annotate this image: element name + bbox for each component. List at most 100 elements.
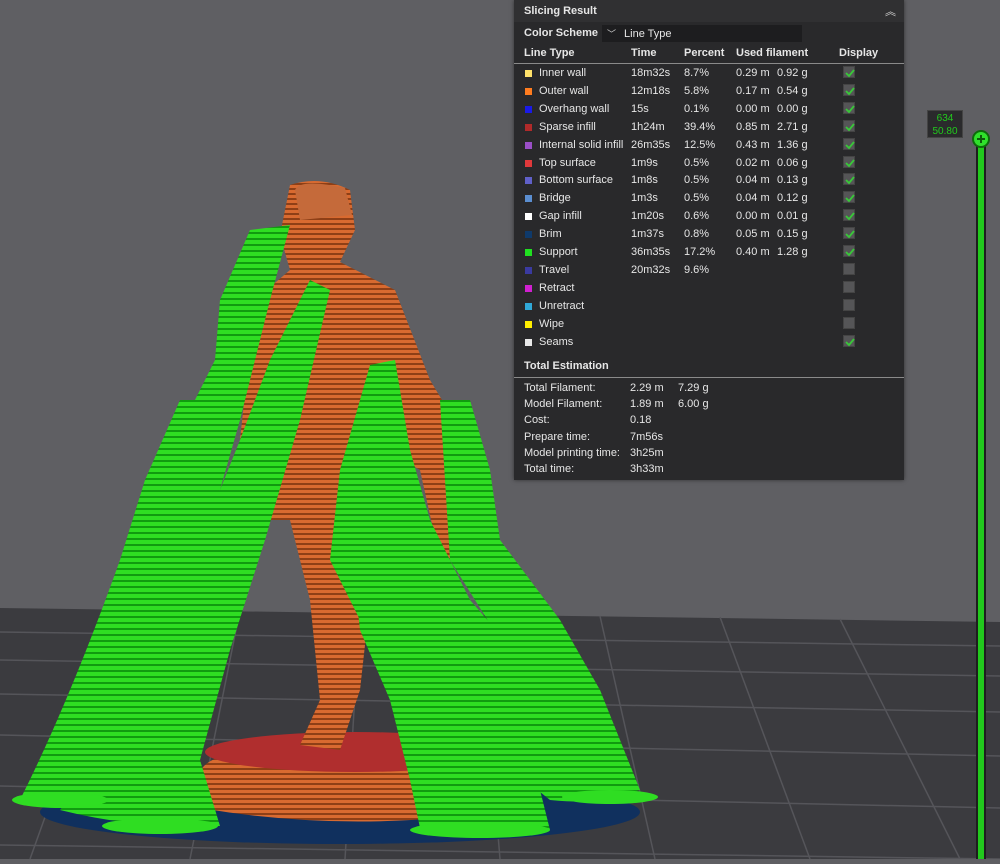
total-value: 7m56s bbox=[630, 430, 664, 443]
total-row: Total time: 3h33m bbox=[514, 461, 904, 477]
total-divider bbox=[514, 377, 904, 378]
color-swatch bbox=[525, 123, 532, 131]
line-type-meters: 0.00 m bbox=[736, 210, 770, 223]
total-value: 3h25m bbox=[630, 446, 664, 459]
line-type-meters: 0.00 m bbox=[736, 102, 770, 115]
line-type-grams: 0.13 g bbox=[777, 174, 808, 187]
line-type-name: Gap infill bbox=[539, 210, 582, 223]
checkmark-icon bbox=[845, 69, 855, 78]
display-checkbox[interactable] bbox=[843, 227, 855, 240]
line-type-percent: 0.5% bbox=[684, 192, 710, 205]
color-swatch bbox=[525, 87, 532, 95]
layer-slider-handle[interactable] bbox=[972, 130, 990, 148]
header-used-filament: Used filament bbox=[736, 47, 809, 59]
color-scheme-dropdown[interactable]: ﹀ Line Type bbox=[602, 25, 802, 42]
checkmark-icon bbox=[845, 194, 855, 203]
slicing-result-panel: Slicing Result ︽ Color Scheme ﹀ Line Typ… bbox=[514, 0, 904, 480]
display-checkbox[interactable] bbox=[843, 298, 855, 311]
line-type-time: 20m32s bbox=[631, 263, 671, 276]
color-swatch bbox=[525, 284, 532, 292]
total-value: 2.29 m bbox=[630, 382, 664, 394]
total-value-2: 7.29 g bbox=[678, 382, 709, 394]
line-type-name: Sparse infill bbox=[539, 120, 596, 133]
header-divider bbox=[514, 63, 904, 64]
total-value: 3h33m bbox=[630, 463, 664, 475]
collapse-icon[interactable]: ︽ bbox=[885, 3, 896, 19]
line-type-time: 1h24m bbox=[631, 120, 665, 133]
header-percent: Percent bbox=[684, 47, 725, 59]
line-type-row: Bridge 1m3s 0.5% 0.04 m 0.12 g bbox=[514, 190, 904, 208]
layer-slider-label: 634 50.80 bbox=[927, 110, 963, 138]
line-type-row: Internal solid infill 26m35s 12.5% 0.43 m 1.… bbox=[514, 137, 904, 155]
color-swatch bbox=[525, 141, 532, 149]
total-value-2: 6.00 g bbox=[678, 398, 709, 411]
display-checkbox[interactable] bbox=[843, 262, 855, 275]
line-type-name: Top surface bbox=[539, 156, 596, 169]
color-scheme-row: Color Scheme ﹀ Line Type bbox=[514, 22, 904, 44]
line-type-row: Top surface 1m9s 0.5% 0.02 m 0.06 g bbox=[514, 155, 904, 173]
color-swatch bbox=[525, 338, 532, 346]
display-checkbox[interactable] bbox=[843, 101, 855, 114]
display-checkbox[interactable] bbox=[843, 209, 855, 222]
line-type-row: Sparse infill 1h24m 39.4% 0.85 m 2.71 g bbox=[514, 119, 904, 137]
display-checkbox[interactable] bbox=[843, 245, 855, 257]
display-checkbox[interactable] bbox=[843, 316, 855, 329]
line-type-row: Outer wall 12m18s 5.8% 0.17 m 0.54 g bbox=[514, 83, 904, 101]
line-type-grams: 0.54 g bbox=[777, 84, 808, 97]
total-value: 1.89 m bbox=[630, 398, 664, 411]
line-type-grams: 0.00 g bbox=[777, 102, 808, 115]
total-row: Prepare time: 7m56s bbox=[514, 429, 904, 445]
display-checkbox[interactable] bbox=[843, 334, 855, 347]
line-type-meters: 0.02 m bbox=[736, 156, 770, 169]
display-checkbox[interactable] bbox=[843, 280, 855, 293]
display-checkbox[interactable] bbox=[843, 119, 855, 132]
line-type-name: Seams bbox=[539, 335, 574, 348]
checkmark-icon bbox=[845, 123, 855, 132]
color-swatch bbox=[525, 213, 532, 221]
line-type-grams: 0.06 g bbox=[777, 156, 808, 169]
total-value: 0.18 bbox=[630, 414, 652, 427]
line-type-grams: 0.92 g bbox=[777, 67, 808, 79]
checkmark-icon bbox=[845, 212, 855, 221]
line-type-row: Unretract bbox=[514, 298, 904, 316]
line-type-percent: 0.5% bbox=[684, 156, 710, 169]
display-checkbox[interactable] bbox=[843, 155, 855, 168]
display-checkbox[interactable] bbox=[843, 137, 855, 150]
display-checkbox[interactable] bbox=[843, 66, 855, 78]
line-type-time: 1m37s bbox=[631, 228, 665, 241]
display-checkbox[interactable] bbox=[843, 191, 855, 204]
display-checkbox[interactable] bbox=[843, 83, 855, 96]
line-type-percent: 0.5% bbox=[684, 174, 710, 187]
line-type-name: Bridge bbox=[539, 192, 571, 205]
color-swatch bbox=[525, 266, 532, 274]
line-type-name: Wipe bbox=[539, 317, 565, 330]
total-row: Cost: 0.18 bbox=[514, 412, 904, 428]
line-type-percent: 0.6% bbox=[684, 210, 710, 223]
display-checkbox[interactable] bbox=[843, 173, 855, 186]
line-type-grams: 1.28 g bbox=[777, 246, 808, 258]
line-type-time: 15s bbox=[631, 102, 649, 115]
color-swatch bbox=[525, 249, 532, 256]
line-type-name: Brim bbox=[539, 228, 562, 241]
line-type-row: Seams bbox=[514, 334, 904, 352]
color-scheme-label: Color Scheme bbox=[524, 27, 598, 39]
checkmark-icon bbox=[845, 87, 855, 96]
chevron-down-icon: ﹀ bbox=[607, 29, 617, 39]
line-type-grams: 1.36 g bbox=[777, 138, 808, 151]
total-estimation-title: Total Estimation bbox=[524, 360, 609, 372]
header-line-type: Line Type bbox=[524, 47, 575, 59]
color-swatch bbox=[525, 177, 532, 185]
line-type-percent: 12.5% bbox=[684, 138, 716, 151]
checkmark-icon bbox=[845, 248, 855, 257]
line-type-time: 12m18s bbox=[631, 84, 671, 97]
line-type-time: 1m8s bbox=[631, 174, 658, 187]
panel-title: Slicing Result bbox=[524, 5, 597, 17]
line-type-time: 1m9s bbox=[631, 156, 658, 169]
checkmark-icon bbox=[845, 158, 855, 167]
color-swatch bbox=[525, 320, 532, 328]
line-type-time: 18m32s bbox=[631, 67, 671, 79]
header-display: Display bbox=[839, 47, 879, 59]
line-type-name: Retract bbox=[539, 281, 575, 294]
line-type-meters: 0.29 m bbox=[736, 67, 770, 79]
line-type-meters: 0.40 m bbox=[736, 246, 770, 258]
